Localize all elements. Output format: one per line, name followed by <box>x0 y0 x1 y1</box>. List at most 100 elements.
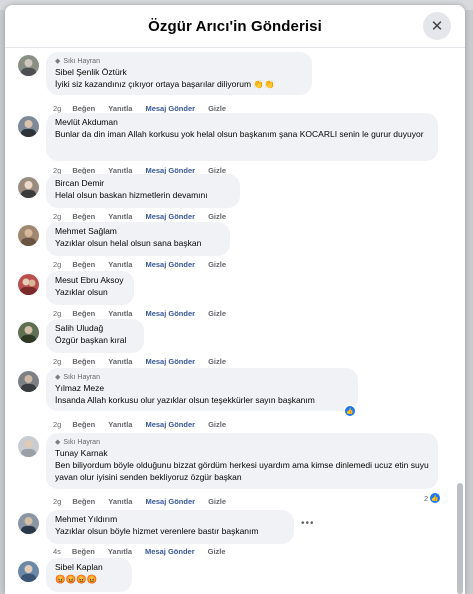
avatar[interactable] <box>18 513 39 534</box>
hide-link[interactable]: Gizle <box>208 547 226 556</box>
comment-bubble: ◆ Sıkı Hayran Tunay Karnak Ben biliyordum… <box>46 433 438 489</box>
comment-bubble: Mehmet Yıldırım Yazıklar olsun böyle hiz… <box>46 510 294 544</box>
comment-actions: 2g Beğen Yanıtla Mesaj Gönder Gizle <box>53 497 239 506</box>
avatar[interactable] <box>18 274 39 295</box>
fan-badge: ◆ Sıkı Hayran <box>55 57 100 66</box>
reply-link[interactable]: Yanıtla <box>108 420 132 429</box>
comment-author[interactable]: Sibel Kaplan <box>55 562 123 573</box>
reaction-summary[interactable]: 👍 <box>345 406 355 416</box>
hide-link[interactable]: Gizle <box>208 104 226 113</box>
hide-link[interactable]: Gizle <box>208 420 226 429</box>
avatar[interactable] <box>18 225 39 246</box>
like-link[interactable]: Beğen <box>72 212 95 221</box>
comment-author[interactable]: Mehmet Yıldırım <box>55 514 285 525</box>
comment-author[interactable]: Salih Uludağ <box>55 323 135 334</box>
hide-link[interactable]: Gizle <box>208 497 226 506</box>
comment-time[interactable]: 2g <box>53 357 61 366</box>
avatar[interactable] <box>18 116 39 137</box>
avatar[interactable] <box>18 371 39 392</box>
like-link[interactable]: Beğen <box>72 357 95 366</box>
message-link[interactable]: Mesaj Gönder <box>145 309 195 318</box>
reply-link[interactable]: Yanıtla <box>108 357 132 366</box>
comment-time[interactable]: 2g <box>53 420 61 429</box>
message-link[interactable]: Mesaj Gönder <box>145 260 195 269</box>
comment-author[interactable]: Yılmaz Meze <box>55 383 349 394</box>
comment-time[interactable]: 2g <box>53 260 61 269</box>
diamond-icon: ◆ <box>55 439 61 446</box>
reaction-summary[interactable]: 2 👍 <box>424 493 441 503</box>
message-link[interactable]: Mesaj Gönder <box>145 104 195 113</box>
comment-bubble: Sibel Kaplan 😡😡😡😡 <box>46 558 132 592</box>
avatar[interactable] <box>18 177 39 198</box>
scrollbar-thumb[interactable] <box>457 483 463 594</box>
reply-link[interactable]: Yanıtla <box>108 497 132 506</box>
comment-bubble: Salih Uludağ Özgür başkan kıral <box>46 319 144 353</box>
message-link[interactable]: Mesaj Gönder <box>145 357 195 366</box>
hide-link[interactable]: Gizle <box>208 309 226 318</box>
fan-badge: ◆ Sıkı Hayran <box>55 373 100 382</box>
avatar[interactable] <box>18 55 39 76</box>
message-link[interactable]: Mesaj Gönder <box>145 420 195 429</box>
comment-actions: 2g Beğen Yanıtla Mesaj Gönder Gizle <box>53 420 239 429</box>
comment-actions: 2g Beğen Yanıtla Mesaj Gönder Gizle <box>53 104 239 113</box>
comment-time[interactable]: 2g <box>53 309 61 318</box>
like-link[interactable]: Beğen <box>72 547 95 556</box>
diamond-icon: ◆ <box>55 374 61 381</box>
reply-link[interactable]: Yanıtla <box>108 212 132 221</box>
comment-actions: 2g Beğen Yanıtla Mesaj Gönder Gizle <box>53 212 239 221</box>
dialog-header: Özgür Arıcı'in Gönderisi ✕ <box>5 5 465 48</box>
comment-actions: 2g Beğen Yanıtla Mesaj Gönder Gizle <box>53 309 239 318</box>
reply-link[interactable]: Yanıtla <box>108 104 132 113</box>
reply-link[interactable]: Yanıtla <box>108 547 132 556</box>
comment-actions: 4s Beğen Yanıtla Mesaj Gönder Gizle <box>53 547 239 556</box>
message-link[interactable]: Mesaj Gönder <box>145 212 195 221</box>
comment-list[interactable]: ◆ Sıkı Hayran Sibel Şenlik Öztürk İyiki s… <box>5 48 465 594</box>
comment-text: İnsanda Allah korkusu olur yazıklar olsu… <box>55 395 315 405</box>
comment-author[interactable]: Sibel Şenlik Öztürk <box>55 67 303 78</box>
fan-badge: ◆ Sıkı Hayran <box>55 438 100 447</box>
comment-bubble: Mehmet Sağlam Yazıklar olsun helal olsun… <box>46 222 230 256</box>
like-reaction-icon: 👍 <box>430 493 441 503</box>
like-reaction-icon: 👍 <box>345 406 355 416</box>
hide-link[interactable]: Gizle <box>208 357 226 366</box>
comment-actions: 2g Beğen Yanıtla Mesaj Gönder Gizle <box>53 260 239 269</box>
comment-author[interactable]: Bircan Demir <box>55 178 231 189</box>
avatar[interactable] <box>18 322 39 343</box>
like-link[interactable]: Beğen <box>72 420 95 429</box>
message-link[interactable]: Mesaj Gönder <box>145 547 195 556</box>
comment-text: Yazıklar olsun helal olsun sana başkan <box>55 238 202 248</box>
more-options-icon[interactable]: ••• <box>301 518 315 529</box>
post-dialog: Özgür Arıcı'in Gönderisi ✕ ◆ Sıkı Hayran … <box>5 5 465 594</box>
reply-link[interactable]: Yanıtla <box>108 309 132 318</box>
comment-text: 😡😡😡😡 <box>55 574 98 584</box>
hide-link[interactable]: Gizle <box>208 260 226 269</box>
reaction-count: 2 <box>424 493 429 503</box>
comment-time[interactable]: 4s <box>53 547 61 556</box>
message-link[interactable]: Mesaj Gönder <box>145 497 195 506</box>
avatar[interactable] <box>18 561 39 582</box>
comment-time[interactable]: 2g <box>53 212 61 221</box>
comment-author[interactable]: Mevlüt Akduman <box>55 117 429 128</box>
dialog-title: Özgür Arıcı'in Gönderisi <box>148 17 322 35</box>
comment-text: Ben biliyordum böyle olduğunu bizzat gör… <box>55 460 429 482</box>
comment-bubble: Mevlüt Akduman Bunlar da din iman Allah … <box>46 113 438 161</box>
avatar[interactable] <box>18 436 39 457</box>
like-link[interactable]: Beğen <box>72 497 95 506</box>
hide-link[interactable]: Gizle <box>208 212 226 221</box>
like-link[interactable]: Beğen <box>72 309 95 318</box>
comment-text: Helal olsun baskan hizmetlerin devamını <box>55 190 208 200</box>
close-button[interactable]: ✕ <box>423 12 451 40</box>
comment-bubble: ◆ Sıkı Hayran Sibel Şenlik Öztürk İyiki s… <box>46 52 312 95</box>
comment-text: Bunlar da din iman Allah korkusu yok hel… <box>55 129 424 139</box>
reply-link[interactable]: Yanıtla <box>108 260 132 269</box>
comment-author[interactable]: Mehmet Sağlam <box>55 226 221 237</box>
comment-time[interactable]: 2g <box>53 104 61 113</box>
comment-text: İyiki siz kazandınız çıkıyor ortaya başa… <box>55 79 275 89</box>
comment-author[interactable]: Tunay Karnak <box>55 448 429 459</box>
comment-bubble: Bircan Demir Helal olsun baskan hizmetle… <box>46 174 240 208</box>
close-icon: ✕ <box>430 18 444 35</box>
like-link[interactable]: Beğen <box>72 260 95 269</box>
comment-author[interactable]: Mesut Ebru Aksoy <box>55 275 125 286</box>
comment-time[interactable]: 2g <box>53 497 61 506</box>
like-link[interactable]: Beğen <box>72 104 95 113</box>
